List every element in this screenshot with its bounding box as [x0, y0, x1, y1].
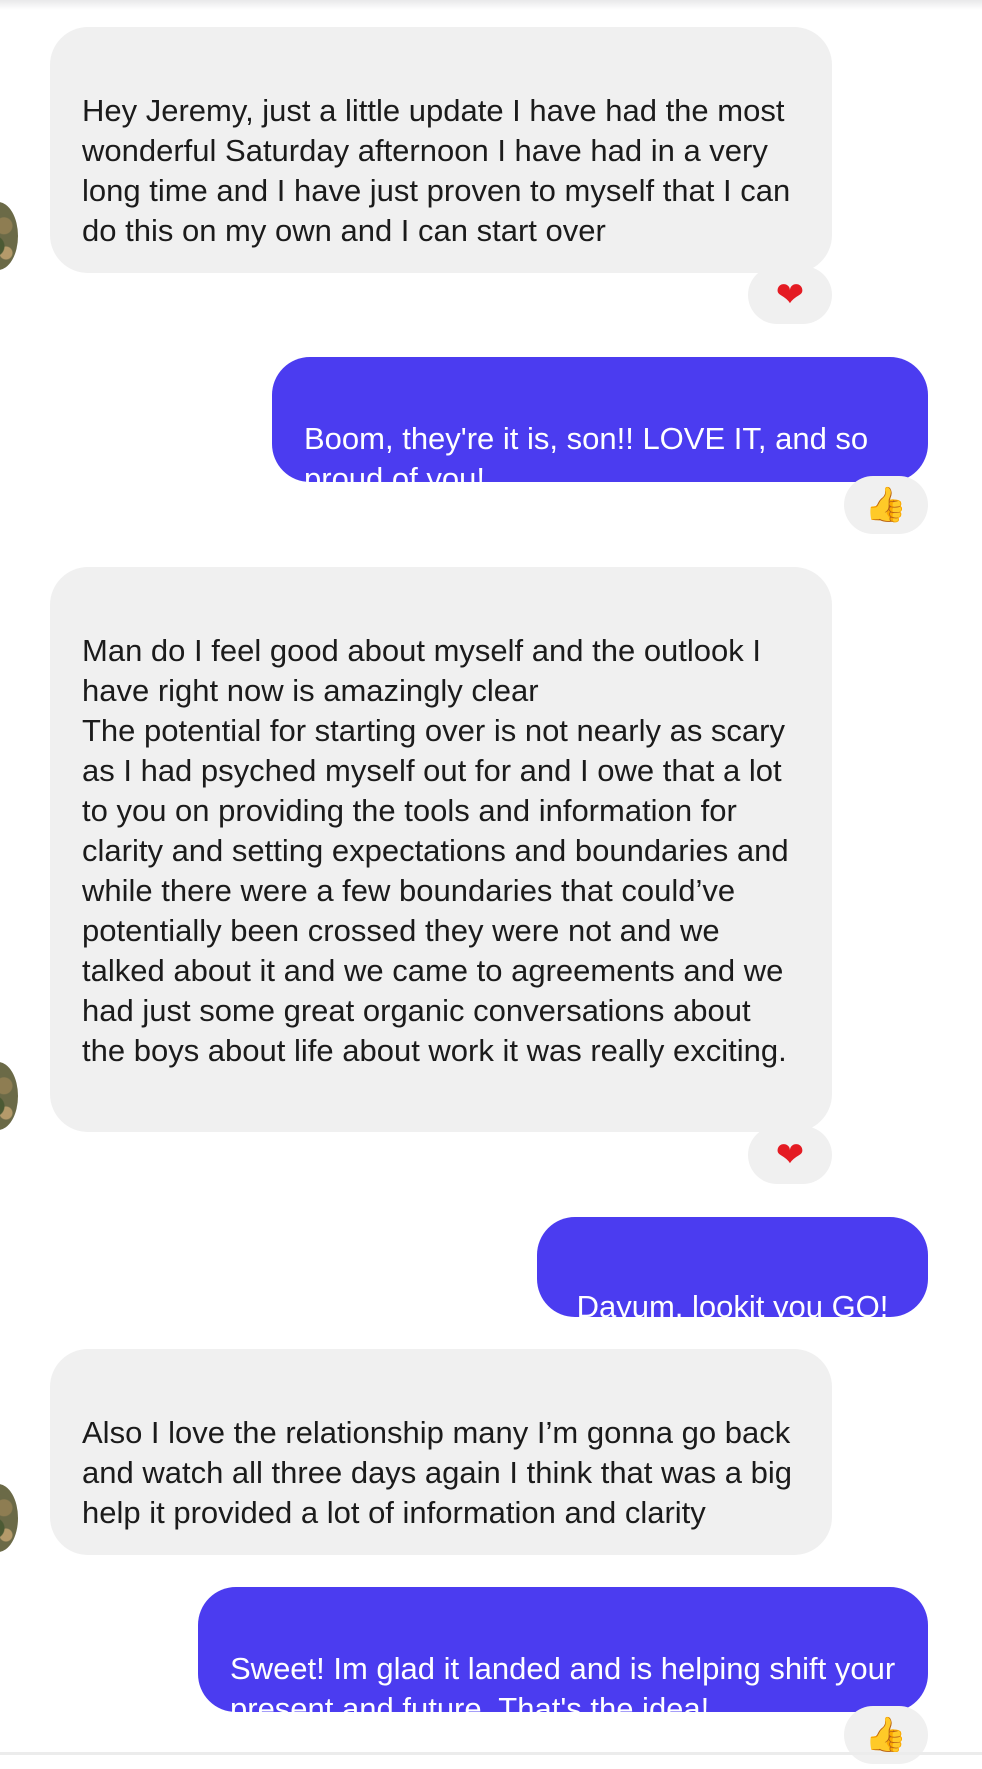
thumbs-up-reaction-badge[interactable]: 👍 [844, 476, 928, 534]
message-text: Hey Jeremy, just a little update I have … [82, 93, 791, 248]
outgoing-message-bubble[interactable]: Boom, they're it is, son!! LOVE IT, and … [272, 357, 928, 496]
message-text: Sweet! Im glad it landed and is helping … [230, 1651, 896, 1726]
message-text: Dayum, lookit you GO! [576, 1289, 889, 1324]
outgoing-message-bubble[interactable]: Dayum, lookit you GO! [537, 1217, 928, 1324]
message-text: Man do I feel good about myself and the … [82, 633, 789, 1068]
top-divider [0, 0, 982, 10]
heart-icon: ❤ [775, 1135, 805, 1175]
bottom-divider [0, 1752, 982, 1755]
heart-icon: ❤ [775, 275, 805, 315]
incoming-message-bubble[interactable]: Also I love the relationship many I’m go… [50, 1349, 832, 1555]
contact-avatar[interactable] [0, 1062, 18, 1130]
contact-avatar[interactable] [0, 1484, 18, 1552]
chat-screen: Hey Jeremy, just a little update I have … [0, 0, 982, 1769]
message-text: Boom, they're it is, son!! LOVE IT, and … [304, 421, 869, 496]
thumbs-up-reaction-badge[interactable]: 👍 [844, 1706, 928, 1764]
message-text: Also I love the relationship many I’m go… [82, 1415, 792, 1530]
thumbs-up-icon: 👍 [864, 485, 908, 525]
outgoing-message-bubble[interactable]: Sweet! Im glad it landed and is helping … [198, 1587, 928, 1726]
thumbs-up-icon: 👍 [864, 1715, 908, 1755]
incoming-message-bubble[interactable]: Hey Jeremy, just a little update I have … [50, 27, 832, 273]
heart-reaction-badge[interactable]: ❤ [748, 1126, 832, 1184]
heart-reaction-badge[interactable]: ❤ [748, 266, 832, 324]
contact-avatar[interactable] [0, 202, 18, 270]
incoming-message-bubble[interactable]: Man do I feel good about myself and the … [50, 567, 832, 1132]
